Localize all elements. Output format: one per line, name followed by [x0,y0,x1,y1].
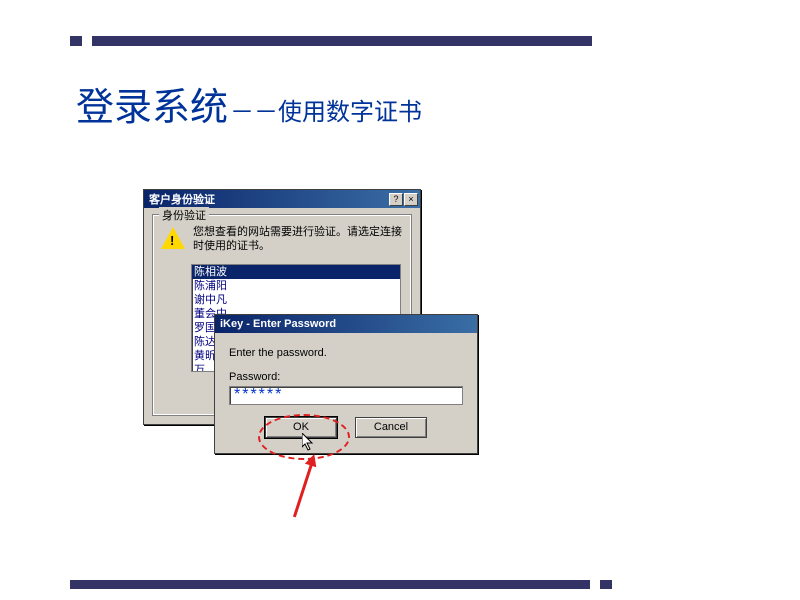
decor-bar-bottom-right [600,580,612,589]
client-auth-titlebar[interactable]: 客户身份验证 ? × [144,190,420,208]
password-titlebar[interactable]: iKey - Enter Password [215,315,477,333]
list-item[interactable]: 陈相波 [192,265,400,279]
callout-arrow [293,458,315,518]
decor-bar-top-right [92,36,592,46]
help-icon[interactable]: ? [389,193,403,206]
groupbox-label: 身份验证 [159,207,209,223]
warning-text: 您想查看的网站需要进行验证。请选定连接时使用的证书。 [193,225,403,254]
decor-bar-bottom-left [70,580,590,589]
title-main: 登录系统 [76,87,228,129]
cancel-button[interactable]: Cancel [355,417,427,438]
list-item[interactable]: 陈浦阳 [192,279,400,293]
decor-bar-top-left [70,36,82,46]
password-prompt: Enter the password. [229,347,463,359]
title-sub: －－使用数字证书 [230,99,422,126]
client-auth-title: 客户身份验证 [146,191,389,207]
list-item[interactable]: 谢中凡 [192,293,400,307]
slide-title: 登录系统－－使用数字证书 [76,76,422,131]
password-dialog-title: iKey - Enter Password [217,318,336,330]
password-input[interactable]: ****** [229,386,463,405]
ok-button[interactable]: OK [265,417,337,438]
close-icon[interactable]: × [404,193,418,206]
password-label: Password: [229,371,463,383]
warning-icon [161,227,185,249]
password-dialog: iKey - Enter Password Enter the password… [214,314,478,454]
